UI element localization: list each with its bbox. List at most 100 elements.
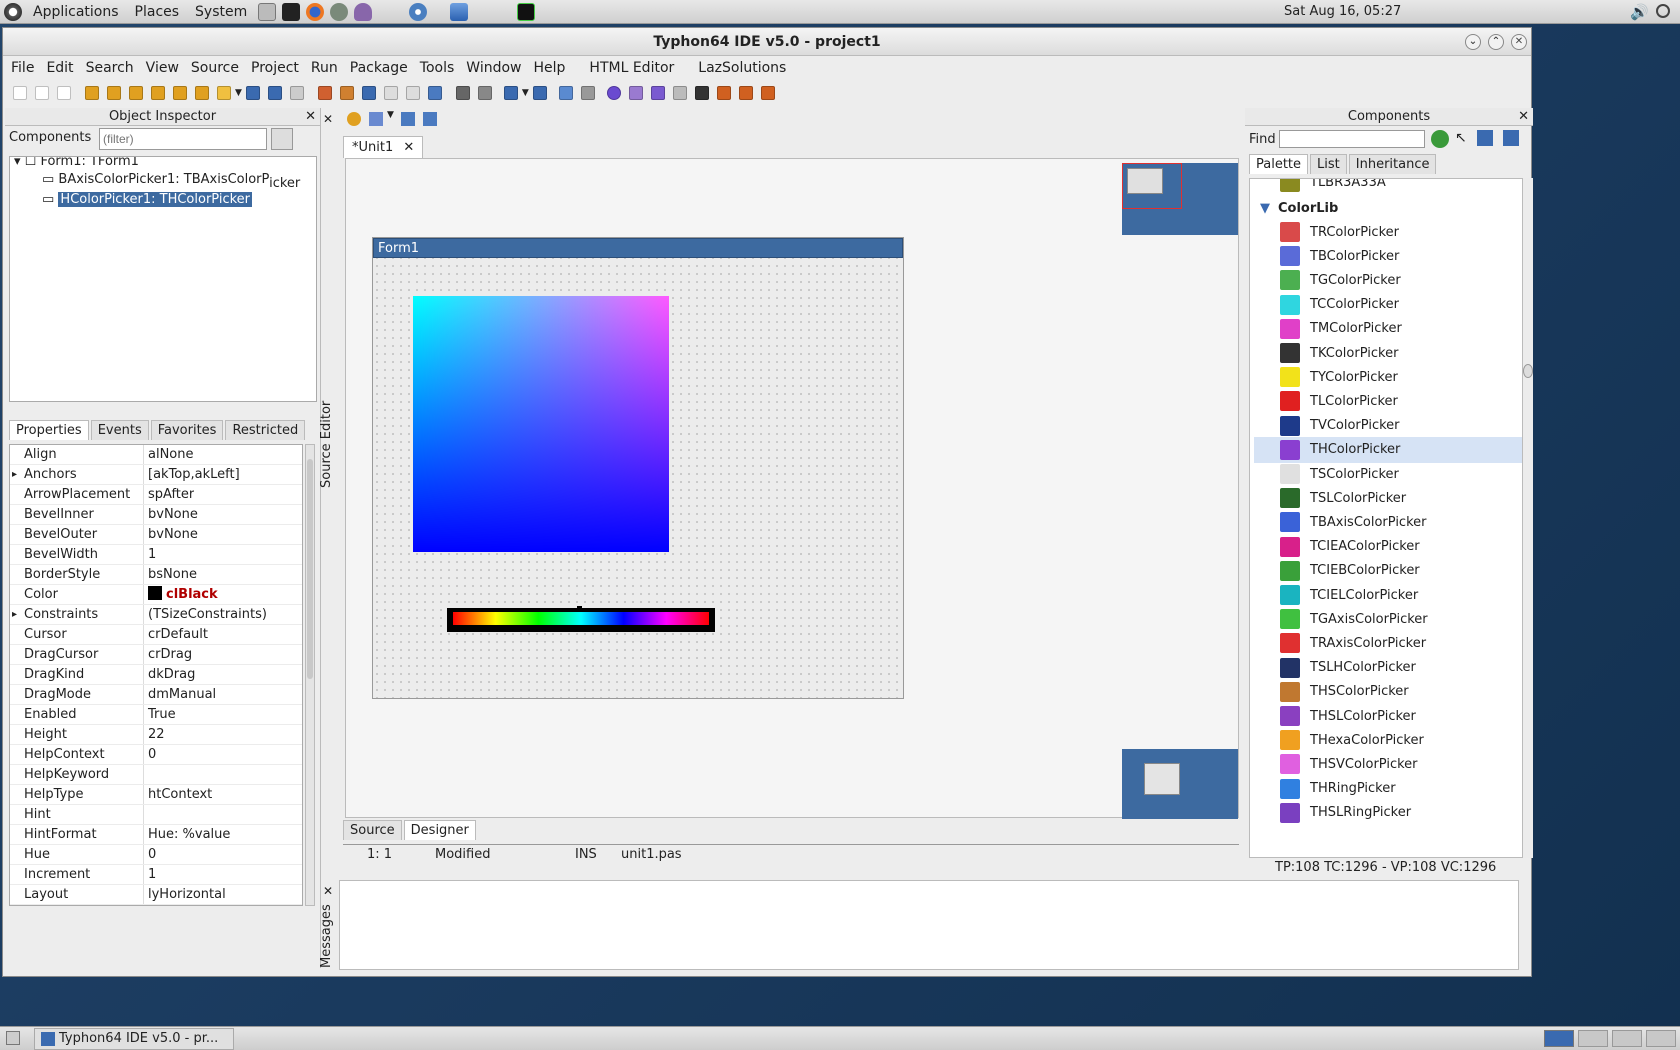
property-value[interactable]: 1 — [144, 545, 156, 564]
build-mode-icon[interactable] — [503, 86, 518, 100]
component-item[interactable]: TKColorPicker — [1254, 340, 1522, 366]
component-item[interactable]: THexaColorPicker — [1254, 727, 1522, 753]
component-item[interactable]: TBColorPicker — [1254, 243, 1522, 269]
file-manager-icon[interactable] — [258, 2, 277, 21]
package-open-icon[interactable] — [151, 86, 165, 100]
component-item[interactable]: TSColorPicker — [1254, 461, 1522, 487]
run-icon[interactable] — [650, 86, 665, 100]
tree-item-hcolorpicker[interactable]: ▭ HColorPicker1: THColorPicker — [42, 191, 253, 209]
property-value[interactable]: dmManual — [144, 685, 216, 704]
tab-source[interactable]: Source — [343, 820, 402, 840]
component-item[interactable]: TLColorPicker — [1254, 388, 1522, 414]
applications-menu[interactable]: Applications — [25, 4, 127, 20]
component-item[interactable]: TGAxisColorPicker — [1254, 606, 1522, 632]
settings-icon[interactable] — [330, 2, 349, 21]
package-install-icon[interactable] — [173, 86, 187, 100]
property-row[interactable]: ▸ Anchors [akTop,akLeft] — [10, 465, 302, 485]
close-icon[interactable]: ✕ — [305, 108, 316, 126]
jump-forward-icon[interactable] — [423, 112, 437, 126]
new-file-icon[interactable] — [13, 86, 27, 100]
open-recent-icon[interactable] — [217, 86, 231, 100]
component-item[interactable]: THRingPicker — [1254, 776, 1522, 802]
property-row[interactable]: Hint — [10, 805, 302, 825]
show-desktop-icon[interactable] — [6, 1031, 20, 1045]
gnome-foot-icon[interactable] — [4, 2, 22, 21]
property-row[interactable]: Increment 1 — [10, 865, 302, 885]
pidgin-icon[interactable] — [354, 2, 373, 21]
messages-label[interactable]: Messages — [319, 904, 334, 968]
component-item[interactable]: TSLHColorPicker — [1254, 655, 1522, 681]
filter-icon[interactable] — [271, 128, 293, 150]
component-item[interactable]: THSLColorPicker — [1254, 703, 1522, 729]
add-to-project-icon[interactable] — [361, 86, 376, 100]
tab-unit1[interactable]: *Unit1 ✕ — [343, 136, 424, 158]
menu-search[interactable]: Search — [80, 60, 140, 76]
expand-icon[interactable]: ▸ — [12, 605, 17, 624]
property-value[interactable]: bsNone — [144, 565, 197, 584]
property-row[interactable]: DragKind dkDrag — [10, 665, 302, 685]
workspace-2[interactable] — [1578, 1030, 1608, 1047]
component-item[interactable]: THSLRingPicker — [1254, 800, 1522, 826]
property-value[interactable]: bvNone — [144, 525, 198, 544]
form-overview-bottom[interactable] — [1122, 749, 1238, 819]
tab-restricted[interactable]: Restricted — [225, 420, 306, 440]
hcolor-picker[interactable] — [447, 606, 715, 632]
menu-run[interactable]: Run — [305, 60, 344, 76]
open-project-icon[interactable] — [85, 86, 99, 100]
property-row[interactable]: Color clBlack — [10, 585, 302, 605]
bookmark-icon[interactable] — [369, 112, 383, 126]
component-item[interactable]: TCColorPicker — [1254, 292, 1522, 318]
property-value[interactable] — [144, 765, 148, 784]
property-value[interactable]: crDefault — [144, 625, 208, 644]
workspace-1[interactable] — [1544, 1030, 1574, 1047]
property-value[interactable]: True — [144, 705, 176, 724]
menu-file[interactable]: File — [3, 60, 40, 76]
list-item[interactable]: TLBR3A33A — [1254, 179, 1522, 195]
package-icon[interactable] — [129, 86, 143, 100]
property-value[interactable]: alNone — [144, 445, 194, 464]
tab-events[interactable]: Events — [90, 420, 149, 440]
save-icon[interactable] — [245, 86, 260, 100]
pause-icon[interactable] — [672, 86, 687, 100]
typhon-icon[interactable] — [409, 2, 428, 21]
tab-properties[interactable]: Properties — [9, 420, 89, 440]
tab-designer[interactable]: Designer — [403, 820, 476, 840]
property-value[interactable]: (TSizeConstraints) — [144, 605, 267, 624]
menu-window[interactable]: Window — [460, 60, 527, 76]
new-form-icon[interactable] — [35, 86, 49, 100]
property-row[interactable]: HelpKeyword — [10, 765, 302, 785]
component-item[interactable]: TCIEAColorPicker — [1254, 534, 1522, 560]
component-tree[interactable]: ▾ ☐ Form1: TForm1 ▭ BAxisColorPicker1: T… — [9, 156, 317, 402]
property-row[interactable]: BorderStyle bsNone — [10, 565, 302, 585]
component-item[interactable]: TRColorPicker — [1254, 219, 1522, 245]
tab-favorites[interactable]: Favorites — [150, 420, 224, 440]
property-value[interactable]: 0 — [144, 845, 156, 864]
places-menu[interactable]: Places — [127, 4, 188, 20]
property-row[interactable]: Layout lyHorizontal — [10, 885, 302, 905]
menu-lazsolutions[interactable]: LazSolutions — [692, 60, 792, 76]
clock[interactable]: Sat Aug 16, 05:27 — [1284, 4, 1401, 19]
jump-icon[interactable] — [347, 112, 361, 126]
package-graph-icon[interactable] — [195, 86, 209, 100]
tab-list[interactable]: List — [1310, 154, 1347, 174]
component-item[interactable]: TMColorPicker — [1254, 316, 1522, 342]
property-value[interactable]: crDrag — [144, 645, 192, 664]
bookmark-dropdown-icon[interactable]: ▼ — [387, 110, 394, 120]
expand-icon[interactable]: ▸ — [12, 465, 17, 484]
property-row[interactable]: HelpContext 0 — [10, 745, 302, 765]
property-value[interactable]: dkDrag — [144, 665, 195, 684]
step-over-icon[interactable] — [738, 86, 753, 100]
property-value[interactable] — [144, 805, 148, 824]
property-value[interactable]: bvNone — [144, 505, 198, 524]
property-row[interactable]: DragMode dmManual — [10, 685, 302, 705]
select-pointer-icon[interactable]: ↖ — [1455, 130, 1467, 146]
form-overview-top[interactable] — [1122, 163, 1238, 235]
tree-view-icon[interactable] — [1477, 130, 1493, 146]
form1-designer[interactable]: Form1 — [372, 237, 904, 699]
property-row[interactable]: Height 22 — [10, 725, 302, 745]
step-out-icon[interactable] — [760, 86, 775, 100]
power-icon[interactable] — [1656, 4, 1670, 18]
component-item[interactable]: TYColorPicker — [1254, 364, 1522, 390]
property-grid[interactable]: Align alNone ▸ Anchors [akTop,akLeft] ArrowPl… — [9, 444, 303, 906]
messages-panel[interactable] — [339, 880, 1519, 970]
